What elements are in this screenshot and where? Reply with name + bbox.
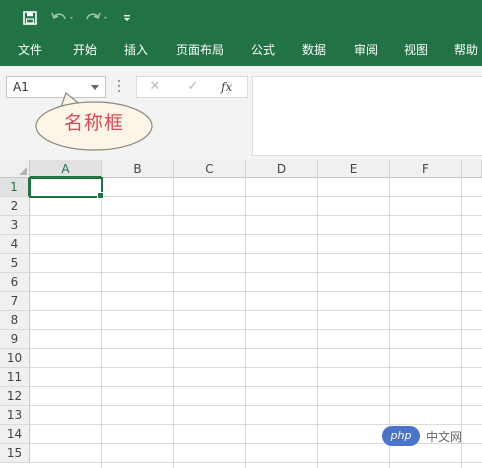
row-header-9[interactable]: 9 — [0, 330, 30, 349]
column-header-a[interactable]: A — [30, 160, 102, 178]
save-icon[interactable] — [20, 8, 40, 28]
watermark-text: 中文网 — [426, 430, 463, 444]
row-header-12[interactable]: 12 — [0, 387, 30, 406]
php-logo: php — [382, 426, 420, 446]
active-cell-a1[interactable] — [29, 177, 104, 199]
row-header-5[interactable]: 5 — [0, 254, 30, 273]
worksheet-grid: A B C D E F 1 2 3 4 5 6 7 8 9 10 11 12 1… — [0, 160, 482, 468]
tab-home[interactable]: 开始 — [73, 34, 97, 66]
row-header-6[interactable]: 6 — [0, 273, 30, 292]
row-header-10[interactable]: 10 — [0, 349, 30, 368]
enter-icon[interactable]: ✓ — [181, 77, 205, 97]
cell-area[interactable] — [30, 178, 482, 468]
ribbon-tabs: 文件 开始 插入 页面布局 公式 数据 审阅 视图 帮助 — [0, 34, 482, 66]
row-header-7[interactable]: 7 — [0, 292, 30, 311]
column-header-b[interactable]: B — [102, 160, 174, 178]
column-header-f[interactable]: F — [390, 160, 462, 178]
row-header-11[interactable]: 11 — [0, 368, 30, 387]
name-box[interactable]: A1 — [6, 76, 106, 98]
tab-view[interactable]: 视图 — [404, 34, 428, 66]
tab-data[interactable]: 数据 — [302, 34, 326, 66]
row-header-2[interactable]: 2 — [0, 197, 30, 216]
formula-input[interactable] — [252, 76, 482, 156]
column-header-e[interactable]: E — [318, 160, 390, 178]
insert-function-icon[interactable]: fx — [221, 77, 232, 97]
row-header-1[interactable]: 1 — [0, 178, 30, 197]
row-header-15[interactable]: 15 — [0, 444, 30, 463]
column-header-partial[interactable] — [462, 160, 482, 178]
column-header-c[interactable]: C — [174, 160, 246, 178]
cancel-icon[interactable]: ✕ — [143, 77, 167, 97]
chevron-down-icon[interactable] — [91, 85, 99, 90]
splitter-handle[interactable] — [118, 80, 121, 94]
column-header-d[interactable]: D — [246, 160, 318, 178]
formula-bar-area: A1 ✕ ✓ fx — [0, 66, 482, 160]
row-header-4[interactable]: 4 — [0, 235, 30, 254]
formula-buttons: ✕ ✓ fx — [136, 76, 248, 98]
row-header-8[interactable]: 8 — [0, 311, 30, 330]
select-all-button[interactable] — [0, 160, 30, 178]
tab-file[interactable]: 文件 — [18, 34, 42, 66]
title-bar — [0, 0, 482, 34]
tab-insert[interactable]: 插入 — [124, 34, 148, 66]
fill-handle[interactable] — [97, 192, 104, 199]
row-header-3[interactable]: 3 — [0, 216, 30, 235]
tab-review[interactable]: 审阅 — [354, 34, 378, 66]
customize-qat-icon[interactable] — [120, 8, 134, 28]
tab-help[interactable]: 帮助 — [454, 34, 478, 66]
name-box-value: A1 — [13, 80, 29, 94]
watermark: php 中文网 — [382, 426, 476, 448]
redo-icon[interactable] — [84, 8, 110, 28]
undo-icon[interactable] — [50, 8, 76, 28]
row-header-14[interactable]: 14 — [0, 425, 30, 444]
tab-page-layout[interactable]: 页面布局 — [176, 34, 224, 66]
row-header-13[interactable]: 13 — [0, 406, 30, 425]
tab-formulas[interactable]: 公式 — [251, 34, 275, 66]
